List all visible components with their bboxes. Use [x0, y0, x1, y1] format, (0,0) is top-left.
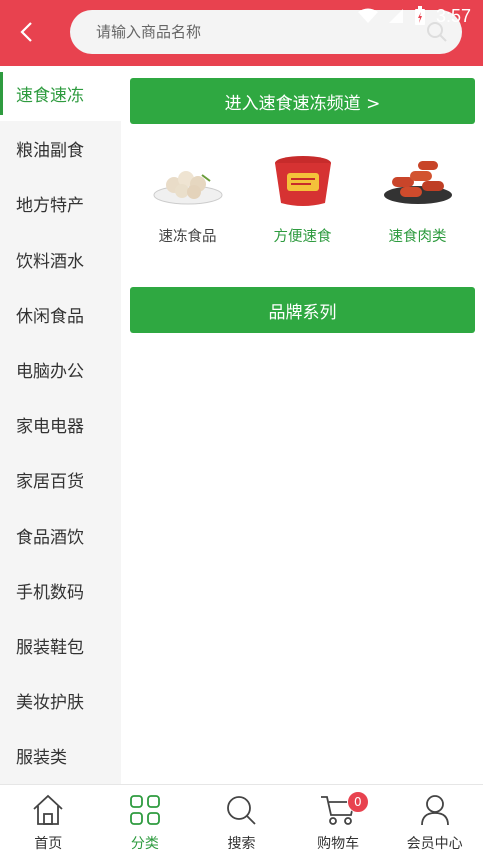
- sidebar-item-label: 休闲食品: [16, 306, 84, 327]
- tab-category[interactable]: 分类: [97, 785, 194, 862]
- sidebar-item-fuzhuanglei[interactable]: 服装类: [0, 728, 121, 783]
- sidebar-item-jiaju[interactable]: 家居百货: [0, 452, 121, 507]
- sidebar-item-liangyou[interactable]: 粮油副食: [0, 121, 121, 176]
- header-bar: 3:57: [0, 0, 483, 66]
- home-icon: [33, 794, 63, 825]
- sidebar-item-yinliao[interactable]: 饮料酒水: [0, 232, 121, 287]
- sidebar-item-label: 美妆护肤: [16, 693, 84, 714]
- signal-icon: [388, 9, 403, 23]
- product-grid: 速冻食品 方便速食 速食肉类: [130, 151, 475, 261]
- product-name: 速冻食品: [158, 229, 217, 245]
- sidebar-item-label: 手机数码: [16, 582, 84, 603]
- product-item[interactable]: 方便速食: [245, 151, 360, 261]
- sidebar-item-sushi-sudong[interactable]: 速食速冻: [0, 66, 121, 122]
- sausage-plate-icon: [383, 161, 452, 204]
- search-icon: [227, 796, 257, 825]
- instant-noodle-cup-icon: [274, 156, 331, 206]
- chevron-left-icon: [20, 22, 32, 42]
- sidebar-item-label: 粮油副食: [16, 141, 84, 162]
- tab-label: 购物车: [317, 836, 360, 852]
- sidebar-item-fuzhuang[interactable]: 服装鞋包: [0, 618, 121, 673]
- tab-label: 首页: [34, 836, 63, 852]
- sidebar-item-label: 饮料酒水: [16, 251, 84, 272]
- sidebar-item-difang[interactable]: 地方特产: [0, 176, 121, 231]
- tab-member-center[interactable]: 会员中心: [386, 785, 483, 862]
- back-button[interactable]: [14, 18, 38, 46]
- sidebar-item-label: 服装鞋包: [16, 637, 84, 658]
- status-bar: 3:57: [357, 4, 471, 28]
- sidebar-item-label: 电脑办公: [16, 362, 84, 383]
- cart-count-badge: 0: [346, 791, 369, 813]
- sidebar-item-label: 服装类: [16, 748, 67, 769]
- sidebar-item-meizhuang[interactable]: 美妆护肤: [0, 673, 121, 728]
- sidebar-item-shouji[interactable]: 手机数码: [0, 563, 121, 618]
- sidebar-item-jiadian[interactable]: 家电电器: [0, 397, 121, 452]
- sidebar-item-label: 地方特产: [16, 196, 84, 217]
- category-sidebar: 速食速冻 粮油副食 地方特产 饮料酒水 休闲食品 电脑办公 家电电器 家居百货 …: [0, 66, 121, 784]
- meatball-plate-icon: [153, 171, 222, 205]
- sidebar-item-label: 速食速冻: [16, 86, 84, 107]
- product-name: 方便速食: [273, 229, 332, 245]
- category-icon: [129, 795, 160, 825]
- sidebar-item-shipin[interactable]: 食品酒饮: [0, 508, 121, 563]
- tab-cart[interactable]: 0 购物车: [290, 785, 387, 862]
- bottom-tab-bar: 首页 分类 搜索 0 购物车 会员中心: [0, 784, 483, 862]
- tab-home[interactable]: 首页: [0, 785, 97, 862]
- status-time: 3:57: [435, 5, 471, 26]
- product-item[interactable]: 速食肉类: [360, 151, 475, 261]
- battery-icon: [414, 6, 425, 25]
- brand-series-button[interactable]: 品牌系列: [130, 287, 475, 333]
- search-input[interactable]: [96, 18, 396, 46]
- user-icon: [420, 795, 449, 826]
- sidebar-item-diannao[interactable]: 电脑办公: [0, 342, 121, 397]
- tab-search[interactable]: 搜索: [193, 785, 290, 862]
- enter-channel-button[interactable]: 进入速食速冻频道 >: [130, 78, 475, 124]
- category-content: 进入速食速冻频道 > 速冻食品 方便速食 速食肉类 品牌系列: [121, 66, 483, 784]
- tab-label: 搜索: [227, 836, 256, 852]
- sidebar-item-label: 家电电器: [16, 417, 84, 438]
- sidebar-item-label: 食品酒饮: [16, 527, 84, 548]
- wifi-icon: [357, 8, 378, 23]
- tab-label: 会员中心: [406, 836, 463, 852]
- product-name: 速食肉类: [388, 229, 447, 245]
- tab-label: 分类: [130, 836, 159, 852]
- sidebar-item-xiuxian[interactable]: 休闲食品: [0, 287, 121, 342]
- product-item[interactable]: 速冻食品: [130, 151, 245, 261]
- sidebar-item-label: 家居百货: [16, 472, 84, 493]
